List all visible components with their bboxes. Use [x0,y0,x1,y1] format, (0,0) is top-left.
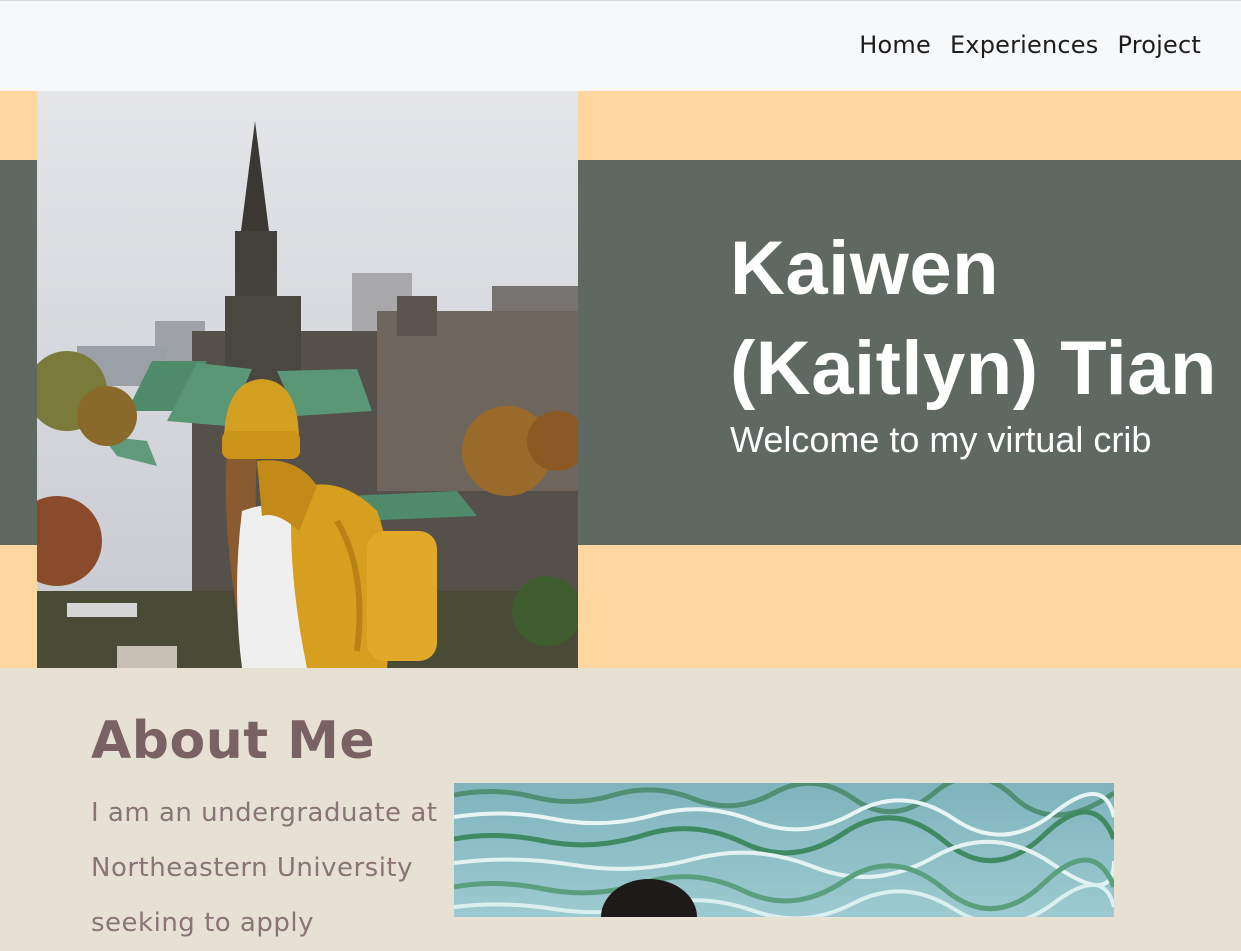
hero-name-line2: (Kaitlyn) Tian [730,326,1217,411]
hero-photo-image [37,91,578,668]
about-photo [454,783,1114,917]
about-text: I am an undergraduate at Northeastern Un… [91,798,438,938]
nav-link-experiences[interactable]: Experiences [950,31,1099,59]
about-section: About Me I am an undergraduate at Northe… [0,668,1241,938]
nav-link-home[interactable]: Home [859,31,931,59]
top-navbar: Home Experiences Project [0,0,1241,91]
hero-text: Kaiwen (Kaitlyn) Tian Welcome to my virt… [730,219,1230,463]
about-photo-image [454,783,1114,917]
hero-name: Kaiwen (Kaitlyn) Tian [730,219,1230,419]
hero-name-line1: Kaiwen [730,226,1000,311]
nav-links: Home Experiences Project [859,31,1201,59]
hero-subtitle: Welcome to my virtual crib [730,419,1152,460]
hero-section: Kaiwen (Kaitlyn) Tian Welcome to my virt… [0,91,1241,668]
nav-link-project[interactable]: Project [1117,31,1201,59]
hero-photo [37,91,578,668]
about-heading: About Me [91,711,376,771]
